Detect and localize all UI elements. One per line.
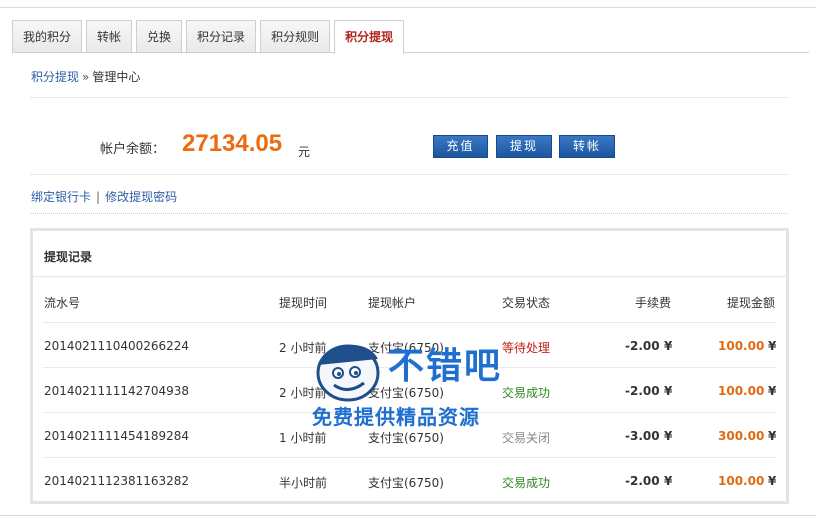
fee-currency: ¥ (664, 339, 673, 353)
account-cell: 支付宝(6750) (368, 431, 444, 445)
account-cell: 支付宝(6750) (368, 341, 444, 355)
divider (31, 213, 788, 214)
status-cell: 交易成功 (502, 386, 551, 400)
column-header-serial: 流水号 (44, 296, 81, 310)
breadcrumb-separator: » (82, 70, 90, 84)
time-cell: 2 小时前 (279, 341, 327, 355)
top-divider (0, 7, 816, 8)
change-withdraw-password-link[interactable]: 修改提现密码 (105, 190, 177, 204)
panel-title: 提现记录 (44, 250, 93, 264)
status-cell: 交易关闭 (502, 431, 551, 445)
fee-cell: -2.00 (625, 384, 660, 398)
row-divider (43, 367, 776, 368)
tab-bar: 我的积分 转帐 兑换 积分记录 积分规则 积分提现 (12, 20, 405, 54)
time-cell: 2 小时前 (279, 386, 327, 400)
tab-bar-baseline (12, 52, 809, 53)
row-divider (43, 412, 776, 413)
serial-cell: 2014021110400266224 (44, 339, 190, 353)
breadcrumb-current: 管理中心 (92, 70, 141, 84)
withdraw-button[interactable]: 提现 (496, 135, 552, 158)
account-links: 绑定银行卡 | 修改提现密码 (31, 188, 177, 205)
amount-currency: ¥ (768, 384, 777, 398)
column-header-amount: 提现金额 (726, 296, 775, 310)
divider (31, 174, 788, 175)
amount-cell: 100.00 (718, 474, 765, 488)
column-header-fee: 手续费 (634, 296, 671, 310)
column-header-status: 交易状态 (502, 296, 551, 310)
amount-cell: 300.00 (718, 429, 765, 443)
balance-value: 27134.05 (182, 130, 283, 157)
column-header-account: 提现帐户 (368, 296, 417, 310)
transfer-button[interactable]: 转帐 (559, 135, 615, 158)
tab-my-points[interactable]: 我的积分 (12, 20, 83, 53)
panel-title-divider (33, 276, 786, 277)
account-cell: 支付宝(6750) (368, 386, 444, 400)
tab-points-withdraw[interactable]: 积分提现 (334, 20, 405, 54)
tab-points-rules[interactable]: 积分规则 (260, 20, 331, 53)
amount-currency: ¥ (768, 429, 777, 443)
withdraw-records-panel: 提现记录 流水号 提现时间 提现帐户 交易状态 手续费 提现金额 2014021… (30, 228, 789, 504)
breadcrumb: 积分提现» 管理中心 (31, 68, 140, 85)
bind-bank-card-link[interactable]: 绑定银行卡 (31, 190, 91, 204)
divider (31, 97, 788, 98)
row-divider (43, 322, 776, 323)
fee-cell: -2.00 (625, 339, 660, 353)
link-divider: | (96, 190, 101, 204)
serial-cell: 2014021111142704938 (44, 384, 190, 398)
column-header-time: 提现时间 (279, 296, 328, 310)
fee-cell: -2.00 (625, 474, 660, 488)
time-cell: 半小时前 (279, 476, 328, 490)
row-divider (43, 457, 776, 458)
amount-cell: 100.00 (718, 384, 765, 398)
status-cell: 等待处理 (502, 341, 551, 355)
bottom-divider (0, 515, 816, 516)
recharge-button[interactable]: 充值 (433, 135, 488, 158)
fee-currency: ¥ (664, 384, 673, 398)
balance-unit: 元 (298, 145, 311, 159)
fee-cell: -3.00 (625, 429, 660, 443)
tab-points-record[interactable]: 积分记录 (186, 20, 257, 53)
fee-currency: ¥ (664, 474, 673, 488)
balance-label: 帐户余额： (100, 142, 166, 157)
tab-transfer[interactable]: 转帐 (86, 20, 133, 53)
tab-exchange[interactable]: 兑换 (136, 20, 183, 53)
amount-currency: ¥ (768, 474, 777, 488)
status-cell: 交易成功 (502, 476, 551, 490)
amount-cell: 100.00 (718, 339, 765, 353)
time-cell: 1 小时前 (279, 431, 327, 445)
amount-currency: ¥ (768, 339, 777, 353)
breadcrumb-link[interactable]: 积分提现 (31, 70, 79, 84)
fee-currency: ¥ (664, 429, 673, 443)
account-cell: 支付宝(6750) (368, 476, 444, 490)
serial-cell: 2014021111454189284 (44, 429, 190, 443)
serial-cell: 2014021112381163282 (44, 474, 190, 488)
